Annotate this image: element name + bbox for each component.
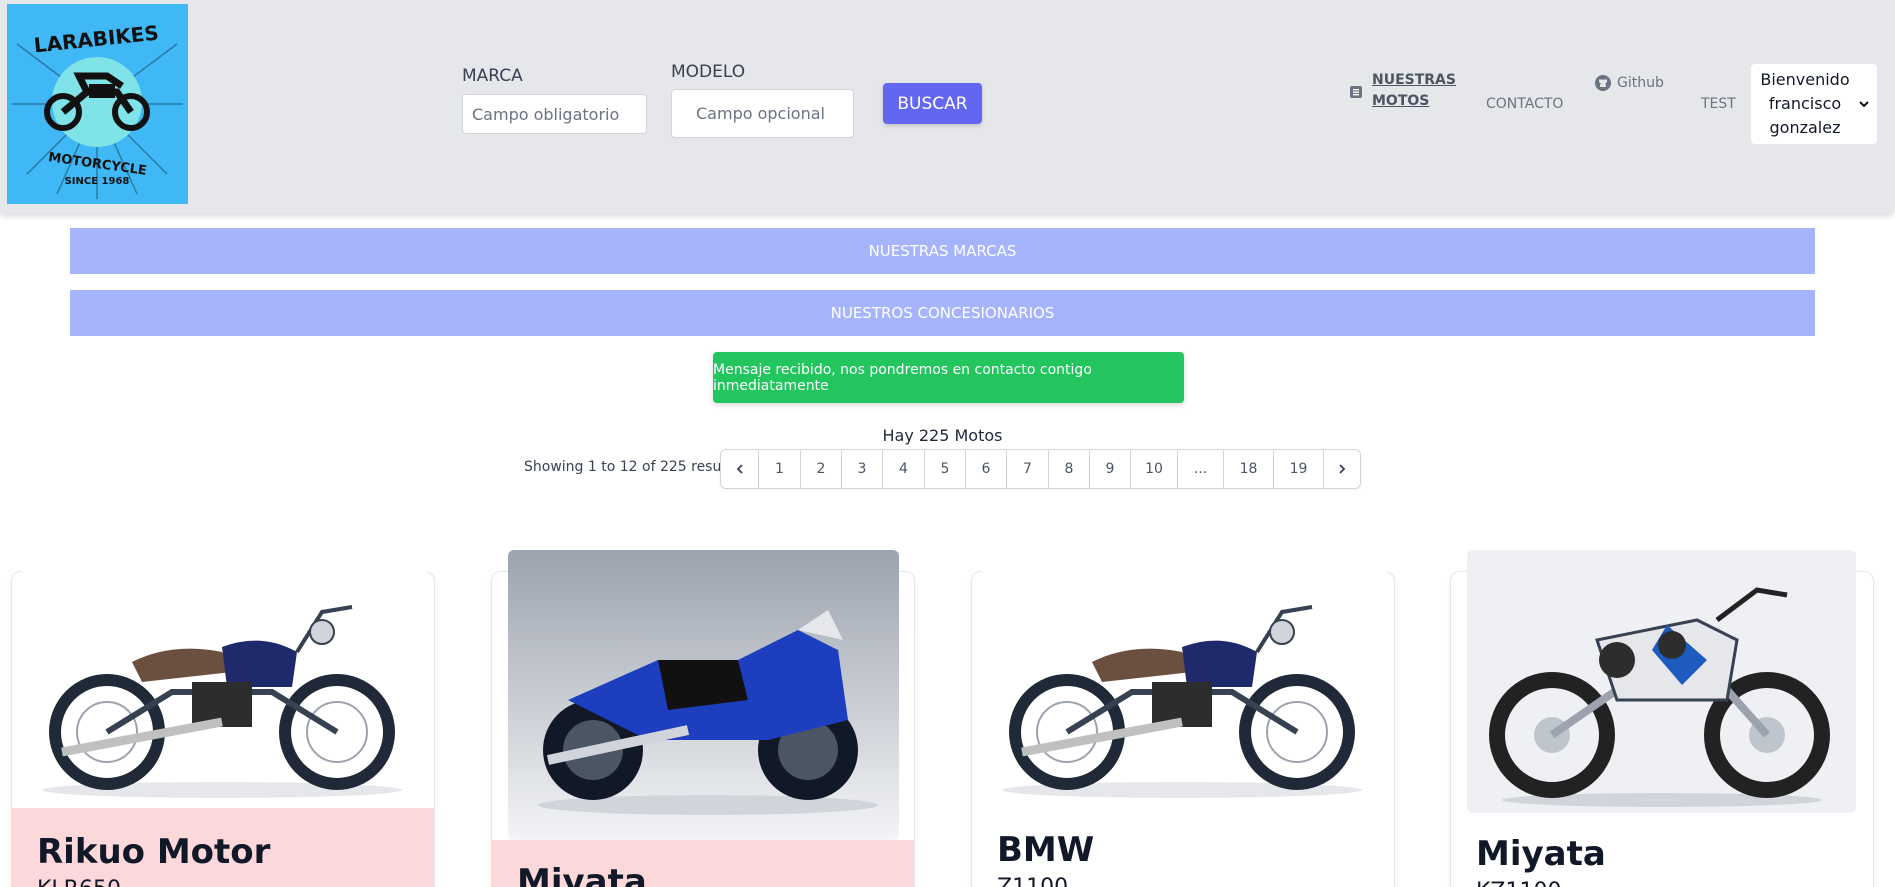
top-header: LARABIKES MOTORCYCLE SINCE 1968 MARCA Ca… — [0, 0, 1895, 213]
list-icon — [1350, 86, 1362, 98]
page-link[interactable]: 7 — [1006, 450, 1048, 488]
card-model: KLR650 — [37, 877, 121, 887]
moto-photo — [1467, 550, 1856, 813]
moto-card[interactable]: Rikuo Motor KLR650 — [11, 552, 435, 887]
page-link[interactable]: 1 — [758, 450, 800, 488]
user-menu-label: Bienvenido francisco gonzalez — [1760, 70, 1850, 137]
nav-motos-label: NUESTRAS MOTOS — [1372, 72, 1456, 109]
page-link[interactable]: 19 — [1273, 450, 1323, 488]
card-model: KZ1100 — [1476, 879, 1562, 887]
moto-card[interactable]: Miyata — [491, 550, 915, 887]
page-link[interactable]: 10 — [1130, 450, 1177, 488]
section-marcas[interactable]: NUESTRAS MARCAS — [70, 228, 1815, 274]
card-model: Z1100 — [997, 875, 1068, 887]
card-brand: Miyata — [517, 862, 647, 887]
moto-photo — [982, 552, 1386, 812]
chevron-down-icon — [1859, 101, 1869, 108]
card-brand: Rikuo Motor — [37, 832, 271, 872]
chevron-right-icon — [1339, 464, 1346, 474]
page-next[interactable] — [1323, 450, 1360, 488]
section-concesionarios[interactable]: NUESTROS CONCESIONARIOS — [70, 290, 1815, 336]
nav-github-label: Github — [1617, 75, 1664, 91]
results-showing: Showing 1 to 12 of 225 results — [524, 459, 739, 475]
card-brand: Miyata — [1476, 834, 1606, 874]
chevron-left-icon — [736, 464, 743, 474]
page-link[interactable]: 9 — [1089, 450, 1130, 488]
success-alert: Mensaje recibido, nos pondremos en conta… — [713, 352, 1184, 403]
page-prev[interactable] — [721, 450, 758, 488]
moto-photo — [508, 550, 899, 840]
page-link[interactable]: 8 — [1048, 450, 1089, 488]
model-label: MODELO — [671, 62, 746, 82]
page-ellipsis: ... — [1177, 450, 1223, 488]
page-link[interactable]: 4 — [882, 450, 924, 488]
page-link[interactable]: 5 — [924, 450, 965, 488]
results-count: Hay 225 Motos — [882, 426, 1003, 445]
user-menu[interactable]: Bienvenido francisco gonzalez — [1751, 64, 1877, 144]
nav-github[interactable]: Github — [1595, 75, 1664, 91]
pagination: 1 2 3 4 5 6 7 8 9 10 ... 18 19 — [720, 449, 1361, 489]
model-input[interactable]: Campo opcional — [671, 89, 854, 138]
github-icon — [1595, 75, 1611, 91]
moto-card[interactable]: Miyata KZ1100 — [1450, 550, 1874, 887]
page-link[interactable]: 3 — [841, 450, 882, 488]
card-brand: BMW — [997, 830, 1095, 870]
larabikes-logo[interactable]: LARABIKES MOTORCYCLE SINCE 1968 — [7, 4, 188, 204]
logo-since: SINCE 1968 — [65, 176, 130, 187]
brand-label: MARCA — [462, 66, 523, 86]
moto-card[interactable]: BMW Z1100 — [971, 552, 1395, 887]
nav-contacto[interactable]: CONTACTO — [1486, 96, 1563, 112]
moto-photo — [22, 552, 426, 812]
nav-motos[interactable]: NUESTRAS MOTOS — [1350, 70, 1462, 112]
nav-test[interactable]: TEST — [1701, 96, 1736, 112]
page-link[interactable]: 6 — [965, 450, 1006, 488]
search-button[interactable]: BUSCAR — [883, 83, 982, 124]
brand-input[interactable]: Campo obligatorio — [462, 94, 647, 134]
page-link[interactable]: 2 — [800, 450, 841, 488]
page-link[interactable]: 18 — [1223, 450, 1273, 488]
